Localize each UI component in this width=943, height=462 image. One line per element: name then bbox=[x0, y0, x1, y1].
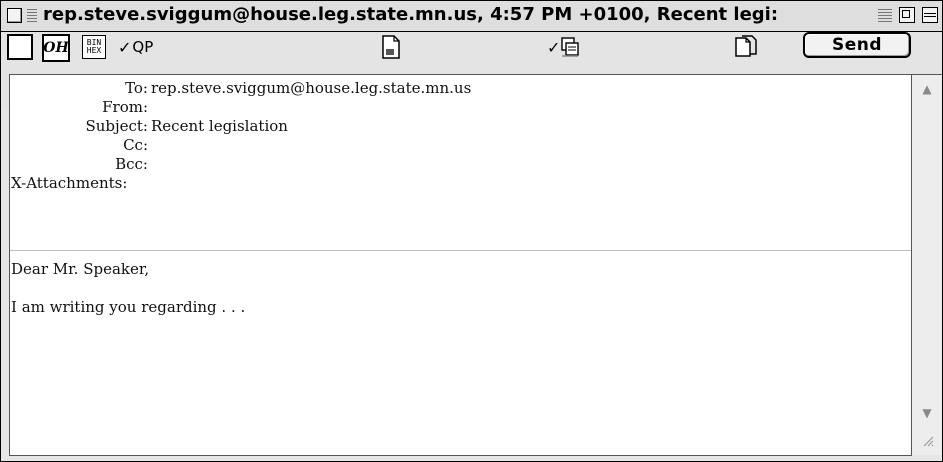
message-area[interactable]: To: rep.steve.sviggum@house.leg.state.mn… bbox=[9, 74, 912, 456]
document-icon bbox=[382, 35, 400, 59]
header-value[interactable]: rep.steve.sviggum@house.leg.state.mn.us bbox=[151, 78, 471, 98]
text-attachment-button[interactable] bbox=[380, 34, 402, 60]
header-fields: To: rep.steve.sviggum@house.leg.state.mn… bbox=[10, 75, 911, 251]
title-stripes-right bbox=[878, 9, 892, 23]
header-cc[interactable]: Cc: bbox=[10, 135, 900, 155]
text-styles-button[interactable]: 𝑶𝑯 bbox=[42, 34, 70, 62]
check-icon: ✓ bbox=[547, 37, 561, 57]
header-label: Subject: bbox=[85, 117, 148, 135]
header-subject[interactable]: Subject: Recent legislation bbox=[10, 116, 900, 136]
message-body[interactable]: Dear Mr. Speaker, I am writing you regar… bbox=[11, 259, 901, 335]
body-line: Dear Mr. Speaker, bbox=[11, 260, 150, 278]
collapse-box-icon[interactable] bbox=[922, 7, 938, 23]
resize-grip-icon[interactable] bbox=[912, 425, 942, 455]
header-value[interactable]: Recent legislation bbox=[151, 116, 288, 136]
quoted-printable-button[interactable]: ✓ QP bbox=[118, 36, 153, 58]
signature-toggle-button[interactable] bbox=[7, 34, 33, 60]
text-styles-label: 𝑶𝑯 bbox=[43, 40, 69, 56]
header-label: X-Attachments: bbox=[11, 174, 128, 192]
keep-copies-button[interactable]: ✓ bbox=[547, 34, 580, 60]
check-icon: ✓ bbox=[118, 37, 132, 57]
vertical-scrollbar[interactable]: ▲ ▼ bbox=[911, 74, 942, 455]
send-button[interactable]: Send bbox=[803, 32, 911, 58]
header-from[interactable]: From: bbox=[10, 97, 900, 117]
header-label: From: bbox=[102, 98, 148, 116]
header-x-attachments[interactable]: X-Attachments: bbox=[10, 173, 900, 193]
window-title: rep.steve.sviggum@house.leg.state.mn.us,… bbox=[43, 4, 779, 25]
binhex-bottom-label: HEX bbox=[86, 46, 102, 55]
quoted-printable-label: QP bbox=[132, 38, 154, 56]
send-button-label: Send bbox=[831, 35, 883, 55]
header-label: Cc: bbox=[123, 136, 148, 154]
header-bcc[interactable]: Bcc: bbox=[10, 154, 900, 174]
resize-grip-glyph bbox=[923, 436, 934, 447]
copy-check-icon bbox=[561, 37, 580, 57]
header-label: To: bbox=[125, 79, 148, 97]
body-line: I am writing you regarding . . . bbox=[11, 298, 246, 316]
binhex-button[interactable]: BIN HEX bbox=[82, 35, 106, 59]
close-box-icon[interactable] bbox=[7, 8, 22, 23]
zoom-box-icon[interactable] bbox=[899, 7, 915, 23]
header-to[interactable]: To: rep.steve.sviggum@house.leg.state.mn… bbox=[10, 78, 900, 98]
title-bar[interactable]: rep.steve.sviggum@house.leg.state.mn.us,… bbox=[1, 1, 942, 32]
compose-window: rep.steve.sviggum@house.leg.state.mn.us,… bbox=[0, 0, 943, 462]
copies-icon bbox=[735, 35, 757, 57]
scroll-up-arrow-icon[interactable]: ▲ bbox=[912, 77, 942, 101]
scroll-down-arrow-icon[interactable]: ▼ bbox=[912, 401, 942, 425]
title-stripes-left bbox=[27, 9, 37, 23]
header-label: Bcc: bbox=[115, 155, 148, 173]
copies-button[interactable] bbox=[732, 34, 760, 60]
